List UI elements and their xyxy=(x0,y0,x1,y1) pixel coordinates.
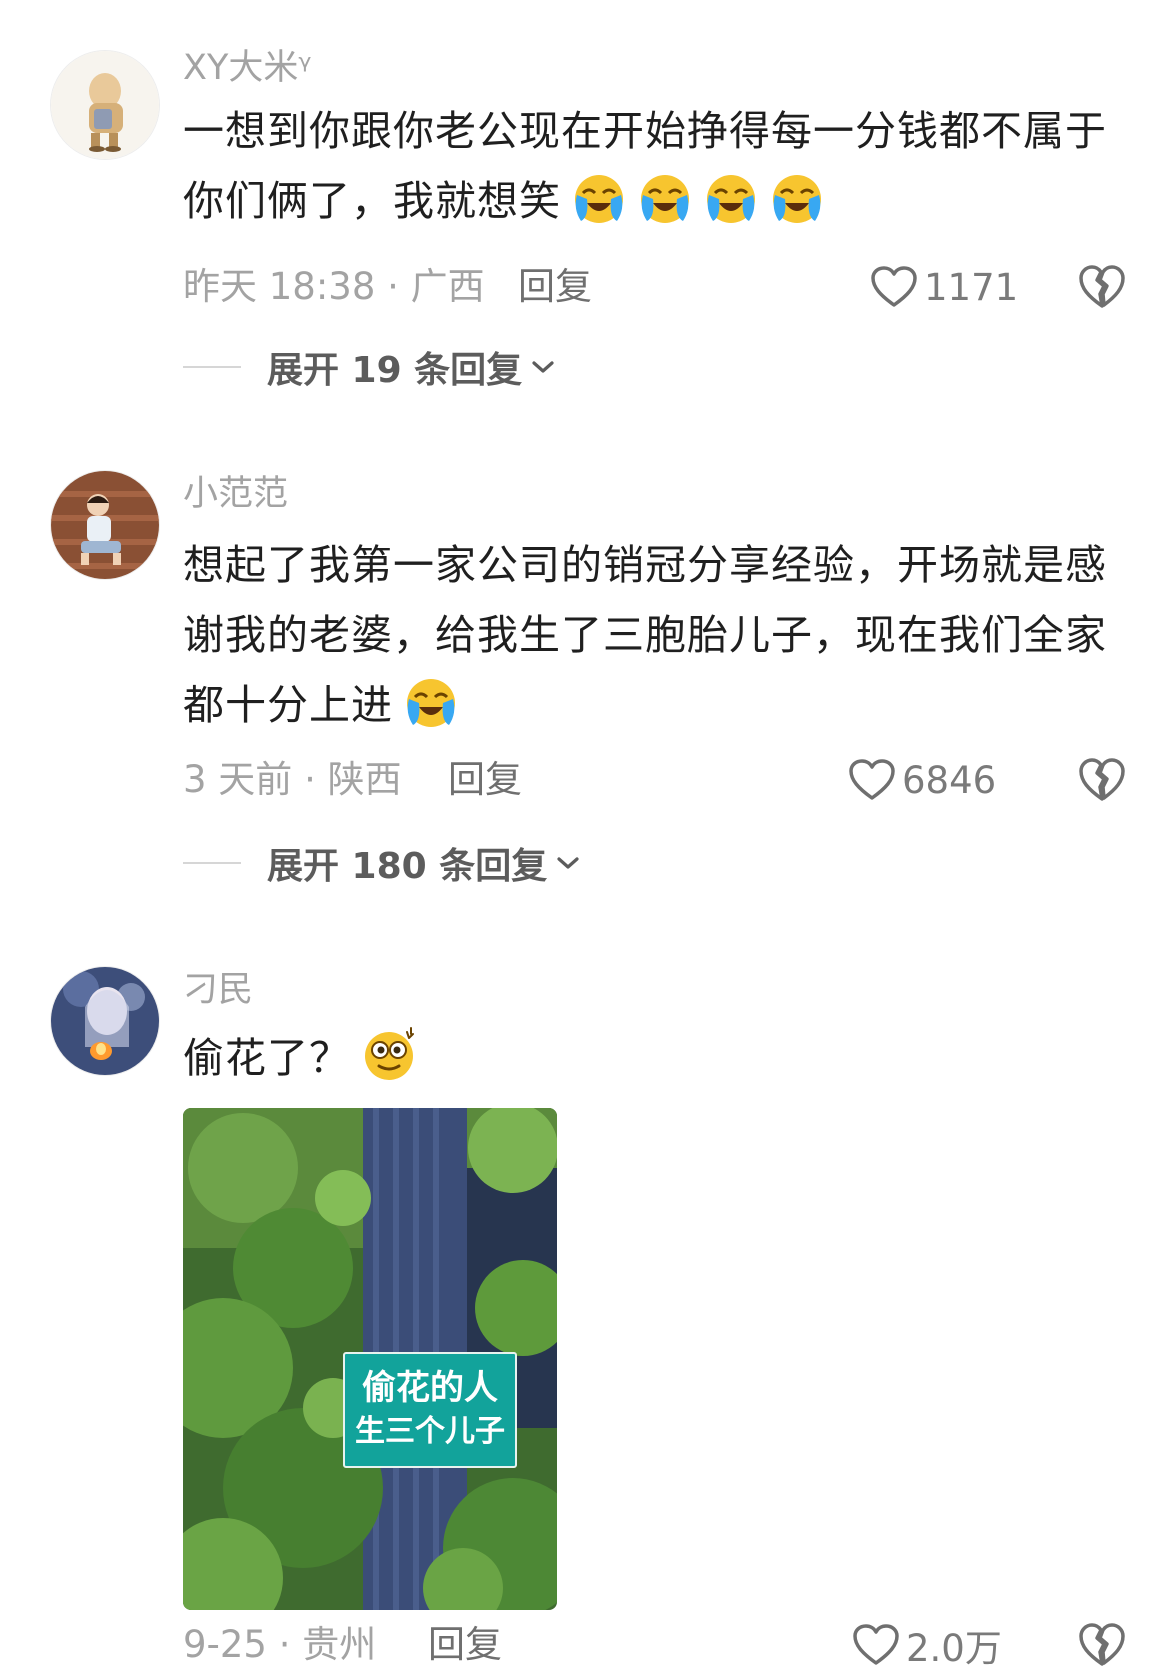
like-button[interactable]: 1171 xyxy=(870,262,1018,312)
comment-text: 想起了我第一家公司的销冠分享经验，开场就是感谢我的老婆，给我生了三胞胎儿子，现在… xyxy=(183,530,1123,740)
comment-time-location: 3 天前 · 陕西 xyxy=(183,758,402,801)
reply-button[interactable]: 回复 xyxy=(448,755,522,805)
expand-replies-button[interactable]: 展开 19 条回复 xyxy=(183,342,556,392)
expand-replies-label: 展开 180 条回复 xyxy=(267,846,548,887)
dislike-button[interactable] xyxy=(1078,1622,1126,1668)
comment-image[interactable]: 偷花的人 生三个儿子 xyxy=(183,1108,557,1610)
photo-sign: 偷花的人 生三个儿子 xyxy=(343,1352,517,1468)
broken-heart-icon xyxy=(1078,264,1126,310)
broken-heart-icon xyxy=(1078,757,1126,803)
comment-list: XY大米ᵞ 一想到你跟你老公现在开始挣得每一分钱都不属于你们俩了，我就想笑 昨天… xyxy=(0,0,1170,1680)
dazed-emoji xyxy=(361,1026,417,1082)
heart-outline-icon xyxy=(848,758,896,802)
like-count: 2.0万 xyxy=(906,1627,1002,1670)
crying-laughing-emoji xyxy=(571,169,627,225)
crying-laughing-emoji xyxy=(703,169,759,225)
heart-outline-icon xyxy=(870,265,918,309)
like-count: 6846 xyxy=(902,758,997,802)
sign-text-line1: 偷花的人 xyxy=(362,1368,498,1408)
dislike-button[interactable] xyxy=(1078,264,1126,310)
like-button[interactable]: 2.0万 xyxy=(852,1620,1002,1670)
username[interactable]: XY大米ᵞ xyxy=(183,46,311,90)
divider xyxy=(183,366,241,368)
divider xyxy=(183,862,241,864)
broken-heart-icon xyxy=(1078,1622,1126,1668)
heart-outline-icon xyxy=(852,1623,900,1667)
avatar[interactable] xyxy=(50,966,160,1076)
expand-replies-label: 展开 19 条回复 xyxy=(267,350,523,391)
comment-text-content: 想起了我第一家公司的销冠分享经验，开场就是感谢我的老婆，给我生了三胞胎儿子，现在… xyxy=(183,541,1107,729)
sign-text-line2: 生三个儿子 xyxy=(355,1414,505,1449)
username[interactable]: 刁民 xyxy=(183,968,253,1012)
crying-laughing-emoji xyxy=(769,169,825,225)
like-count: 1171 xyxy=(924,265,1019,309)
comment-text: 一想到你跟你老公现在开始挣得每一分钱都不属于你们俩了，我就想笑 xyxy=(183,96,1123,236)
comment-text-content: 偷花了？ xyxy=(183,1034,351,1082)
avatar[interactable] xyxy=(50,50,160,160)
chevron-down-icon xyxy=(555,854,581,872)
reply-button[interactable]: 回复 xyxy=(428,1620,502,1670)
username[interactable]: 小范范 xyxy=(183,472,288,516)
expand-replies-button[interactable]: 展开 180 条回复 xyxy=(183,838,581,888)
comment-time-location: 9-25 · 贵州 xyxy=(183,1623,377,1666)
avatar[interactable] xyxy=(50,470,160,580)
comment-text: 偷花了？ xyxy=(183,1023,1123,1093)
comment-time-location: 昨天 18:38 · 广西 xyxy=(183,265,485,308)
crying-laughing-emoji xyxy=(403,673,459,729)
dislike-button[interactable] xyxy=(1078,757,1126,803)
reply-button[interactable]: 回复 xyxy=(518,262,592,312)
chevron-down-icon xyxy=(530,358,556,376)
crying-laughing-emoji xyxy=(637,169,693,225)
like-button[interactable]: 6846 xyxy=(848,755,996,805)
